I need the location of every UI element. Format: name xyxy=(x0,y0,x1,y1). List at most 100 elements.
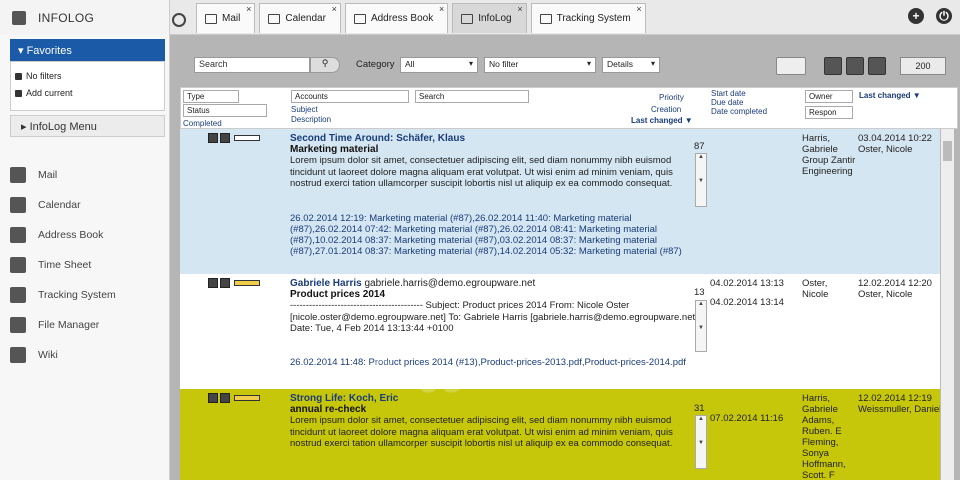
sidebar-item-label: Calendar xyxy=(38,199,81,211)
check-icon[interactable] xyxy=(824,57,842,75)
item-title[interactable]: Gabriele Harris gabriele.harris@demo.egr… xyxy=(290,278,704,289)
item-description: ----------------------------------------… xyxy=(290,300,698,334)
sidebar-item-time-sheet[interactable]: Time Sheet xyxy=(0,250,170,280)
tab-tracking-system[interactable]: Tracking System × xyxy=(530,3,646,33)
edit-icon xyxy=(208,393,218,403)
search-input[interactable]: Search xyxy=(194,57,310,73)
item-links[interactable]: 26.02.2014 12:19: Marketing material (#8… xyxy=(290,213,704,257)
toolbar-buttons xyxy=(776,57,886,75)
favorite-no-filters[interactable]: No filters xyxy=(15,68,160,85)
header-label: Owner xyxy=(809,92,833,101)
add-icon[interactable]: + xyxy=(908,8,924,24)
sidebar-item-label: File Manager xyxy=(38,319,100,331)
calendar-icon xyxy=(268,13,281,24)
progress-bar xyxy=(234,135,260,141)
item-last-changed: 12.02.2014 12:20 Oster, Nicole xyxy=(858,278,932,300)
close-icon[interactable]: × xyxy=(246,4,251,14)
phone-icon[interactable] xyxy=(846,57,864,75)
item-description: Lorem ipsum dolor sit amet, consectetuer… xyxy=(290,155,673,189)
type-status-icons xyxy=(208,393,260,403)
item-title[interactable]: Second Time Around: Schäfer, Klaus xyxy=(290,133,704,144)
sidebar: ▾ Favorites No filters Add current ▸ Inf… xyxy=(0,35,170,480)
chevron-down-icon: ▾ xyxy=(586,59,591,68)
tab-infolog[interactable]: InfoLog × xyxy=(452,3,527,33)
top-right-actions: + ⏻ xyxy=(908,8,952,24)
sidebar-item-wiki[interactable]: Wiki xyxy=(0,340,170,370)
header-label: Respon xyxy=(809,108,837,117)
category-select[interactable]: All ▾ xyxy=(400,57,478,73)
list-item[interactable]: Second Time Around: Schäfer, Klaus Marke… xyxy=(180,129,950,274)
time-sheet-icon xyxy=(10,257,26,273)
item-subject: annual re-check xyxy=(290,404,367,415)
item-last-changed: 03.04.2014 10:22 Oster, Nicole xyxy=(858,133,932,155)
item-title[interactable]: Strong Life: Koch, Eric xyxy=(290,393,704,404)
type-filter[interactable]: Type xyxy=(183,90,239,103)
favorites-header[interactable]: ▾ Favorites xyxy=(10,39,165,61)
item-description: Lorem ipsum dolor sit amet, consectetuer… xyxy=(290,415,673,449)
power-icon[interactable]: ⏻ xyxy=(936,8,952,24)
check-icon xyxy=(220,278,230,288)
infolog-app-icon xyxy=(12,10,26,25)
sidebar-item-mail[interactable]: Mail xyxy=(0,160,170,190)
infolog-menu-header[interactable]: ▸ InfoLog Menu xyxy=(10,115,165,137)
rows-count[interactable]: 200 xyxy=(900,57,946,75)
item-content: Gabriele Harris gabriele.harris@demo.egr… xyxy=(290,278,704,335)
sidebar-item-file-manager[interactable]: File Manager xyxy=(0,310,170,340)
header-priority[interactable]: Priority xyxy=(659,93,684,103)
scroll-thumb[interactable] xyxy=(943,141,952,161)
type-status-icons xyxy=(208,133,260,143)
tab-calendar[interactable]: Calendar × xyxy=(259,3,341,33)
description-scrollbar[interactable]: ▲ ▼ xyxy=(695,415,707,469)
tab-label: Address Book xyxy=(370,13,434,24)
accounts-filter[interactable]: Accounts xyxy=(291,90,409,103)
filter-value: No filter xyxy=(489,59,519,69)
infolog-icon xyxy=(461,13,474,24)
sidebar-item-calendar[interactable]: Calendar xyxy=(0,190,170,220)
column-search-input[interactable]: Search xyxy=(415,90,529,103)
item-content: Second Time Around: Schäfer, Klaus Marke… xyxy=(290,133,704,190)
tab-address-book[interactable]: Address Book × xyxy=(344,3,449,33)
edit-icon[interactable] xyxy=(868,57,886,75)
sidebar-item-tracking-system[interactable]: Tracking System xyxy=(0,280,170,310)
favorite-add-current[interactable]: Add current xyxy=(15,85,160,102)
search-button[interactable]: ⚲ xyxy=(310,57,340,73)
sidebar-item-address-book[interactable]: Address Book xyxy=(0,220,170,250)
home-icon[interactable] xyxy=(172,13,186,27)
header-last-changed-2[interactable]: Last changed ▼ xyxy=(859,91,921,101)
wiki-icon xyxy=(10,347,26,363)
details-select[interactable]: Details ▾ xyxy=(602,57,660,73)
responsible-filter[interactable]: Respon xyxy=(805,106,853,119)
filter-select[interactable]: No filter ▾ xyxy=(484,57,596,73)
header-subject[interactable]: Subject xyxy=(291,105,318,115)
header-creation[interactable]: Creation xyxy=(651,105,681,115)
sidebar-item-label: Tracking System xyxy=(38,289,116,301)
item-priority: 31 xyxy=(694,403,705,414)
list-item[interactable]: Strong Life: Koch, Eric annual re-check … xyxy=(180,389,950,480)
description-scrollbar[interactable]: ▲ ▼ xyxy=(695,300,707,352)
tab-label: Calendar xyxy=(285,13,326,24)
add-small-icon xyxy=(15,90,22,97)
item-title-email: gabriele.harris@demo.egroupware.net xyxy=(364,278,536,289)
close-icon[interactable]: × xyxy=(439,4,444,14)
close-icon[interactable]: × xyxy=(517,4,522,14)
close-icon[interactable]: × xyxy=(332,4,337,14)
app-list: Mail Calendar Address Book Time Sheet Tr… xyxy=(0,160,170,370)
favorite-label: No filters xyxy=(26,71,62,81)
header-completed[interactable]: Completed xyxy=(183,119,222,129)
tab-bar: Mail × Calendar × Address Book × InfoLog… xyxy=(170,3,646,33)
close-icon[interactable]: × xyxy=(636,4,641,14)
header-date-completed[interactable]: Date completed xyxy=(711,107,767,117)
tab-mail[interactable]: Mail × xyxy=(196,3,256,33)
tracking-icon xyxy=(539,13,552,24)
header-last-changed[interactable]: Last changed ▼ xyxy=(631,116,693,126)
mail-icon xyxy=(205,13,217,24)
view-toggle-icon[interactable] xyxy=(776,57,806,75)
list-scrollbar[interactable] xyxy=(940,129,954,480)
status-filter[interactable]: Status xyxy=(183,104,267,117)
sidebar-item-label: Wiki xyxy=(38,349,58,361)
item-subject: Product prices 2014 xyxy=(290,289,386,300)
header-description[interactable]: Description xyxy=(291,115,331,125)
file-manager-icon xyxy=(10,317,26,333)
description-scrollbar[interactable]: ▲ ▼ xyxy=(695,153,707,207)
owner-filter[interactable]: Owner xyxy=(805,90,853,103)
